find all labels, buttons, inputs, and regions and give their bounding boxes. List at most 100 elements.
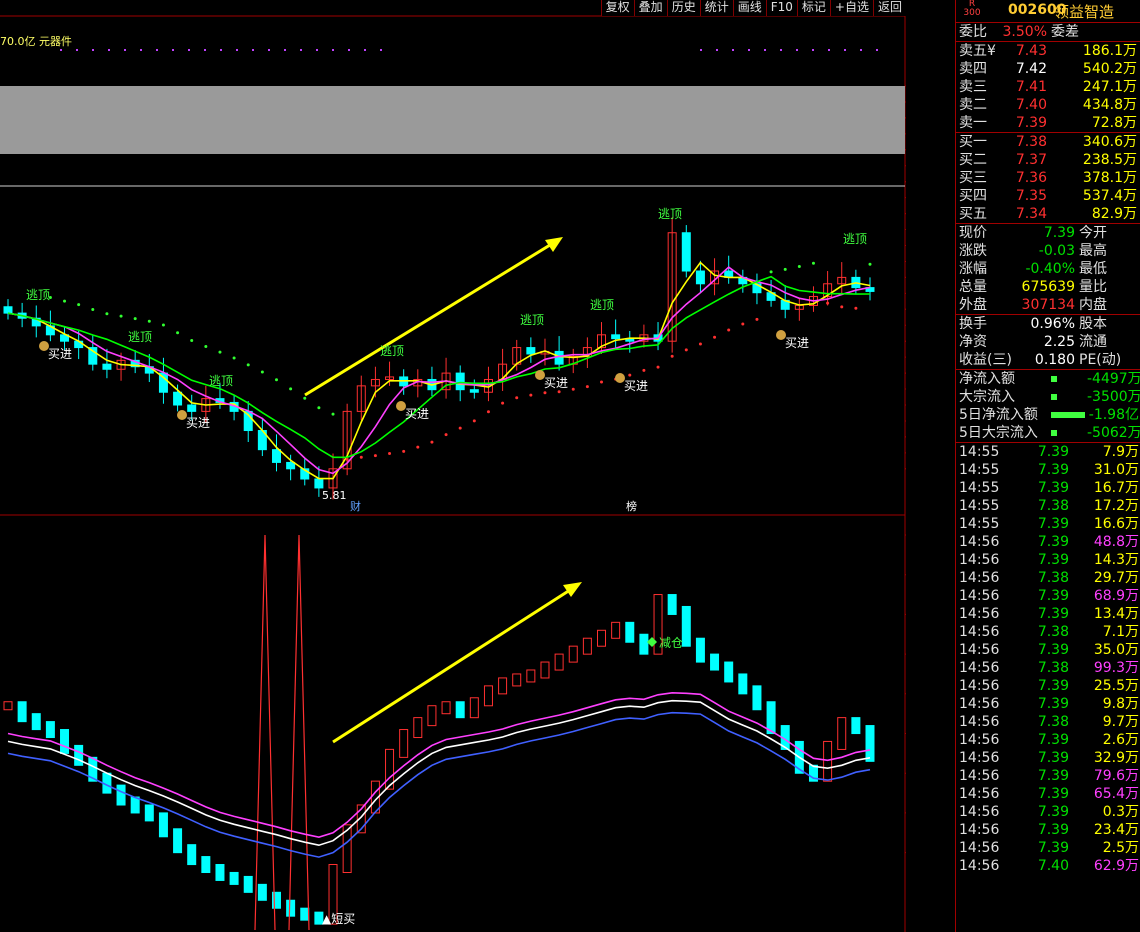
order-price: 7.35 [1015, 188, 1047, 204]
trend-dot [713, 335, 717, 339]
trend-dot [91, 307, 95, 311]
flow-value: -4497万 [1087, 371, 1140, 387]
toolbar-button-2[interactable]: 历史 [666, 0, 700, 16]
tick-price: 7.39 [1037, 606, 1069, 622]
toolbar-button-0[interactable]: 复权 [600, 0, 634, 16]
escape-top-label: 逃顶 [209, 374, 233, 388]
sub-bar [116, 784, 126, 806]
sub-white-line [7, 699, 871, 847]
top-marker [716, 49, 718, 51]
sell-orders: 卖五¥ 7.43 186.1万 卖四 7.42 540.2万 卖三 7.41 247.1万 卖二 7… [956, 42, 1140, 133]
buy-in-label: 买进 [186, 416, 210, 430]
sub-bar [639, 633, 649, 655]
toolbar-button-5[interactable]: F10 [765, 0, 797, 16]
chart-area[interactable]: 9.008.758.508.258.007.757.507.257.006.75… [0, 0, 906, 932]
kline-chart[interactable]: 9.008.758.508.258.007.757.507.257.006.75… [0, 0, 906, 932]
tick-volume: 79.6万 [1093, 768, 1139, 784]
stat-value: 0.180 [1034, 352, 1075, 368]
sub-bar [257, 883, 267, 901]
sub-bar [60, 729, 70, 754]
sub-bar [243, 875, 253, 893]
quote-value: 675639 [1021, 279, 1075, 295]
sub-trend-arrow [332, 588, 571, 744]
sub-bar [427, 705, 437, 727]
tick-row: 14:56 7.39 2.5万 [956, 839, 1140, 857]
toolbar-button-8[interactable]: 返回 [872, 0, 906, 16]
sub-spike [288, 534, 310, 931]
trend-dot [190, 338, 194, 342]
tick-price: 7.39 [1037, 444, 1069, 460]
tick-volume: 32.9万 [1093, 750, 1139, 766]
order-volume: 186.1万 [1082, 43, 1137, 59]
sub-trend-arrow-head [563, 582, 582, 597]
tick-time: 14:56 [959, 822, 1000, 838]
candle-body [469, 389, 479, 393]
trend-dot [458, 426, 462, 430]
tick-row: 14:56 7.38 99.3万 [956, 659, 1140, 677]
candle-body [314, 478, 324, 489]
tick-price: 7.39 [1037, 786, 1069, 802]
sub-bar [724, 661, 734, 683]
flow-bar-fill [1051, 394, 1057, 400]
tick-volume: 9.7万 [1102, 714, 1139, 730]
tick-volume: 7.1万 [1102, 624, 1139, 640]
tick-price: 7.40 [1037, 858, 1069, 874]
escape-top-label: 逃顶 [590, 298, 614, 312]
top-marker [876, 49, 878, 51]
trend-dot [133, 317, 137, 321]
toolbar-button-4[interactable]: 画线 [732, 0, 766, 16]
tick-row: 14:56 7.39 13.4万 [956, 605, 1140, 623]
sub-bar [3, 701, 13, 711]
tick-time: 14:56 [959, 786, 1000, 802]
tick-time: 14:56 [959, 714, 1000, 730]
flow-label: 5日大宗流入 [959, 425, 1038, 441]
toolbar-button-6[interactable]: 标记 [796, 0, 830, 16]
top-marker [60, 49, 62, 51]
tick-list[interactable]: 14:55 7.39 7.9万 14:55 7.39 31.0万 14:55 7.39 16.7… [956, 443, 1140, 875]
toolbar-button-3[interactable]: 统计 [699, 0, 733, 16]
tick-row: 14:55 7.38 17.2万 [956, 497, 1140, 515]
trend-dot [63, 299, 67, 303]
trend-dot [77, 303, 81, 307]
buy-order-row: 买二 7.37 238.5万 [956, 151, 1140, 169]
list-marker: 榜 [626, 499, 637, 513]
quote-label-2: 最低 [1079, 261, 1107, 277]
toolbar-button-7[interactable]: +自选 [829, 0, 873, 16]
trend-arrow-head [545, 237, 563, 252]
top-marker [316, 49, 318, 51]
quote-label-2: 内盘 [1079, 297, 1107, 313]
sub-bar [837, 717, 847, 750]
flow-bar [1051, 424, 1087, 442]
trend-dot [670, 354, 674, 358]
sub-bar [158, 812, 168, 838]
order-price: 7.39 [1015, 115, 1047, 131]
stock-title: R 300 002600 领益智造 [956, 0, 1140, 23]
tick-volume: 48.8万 [1093, 534, 1139, 550]
buy-in-label: 买进 [48, 347, 72, 361]
buy-in-label: 买进 [544, 376, 568, 390]
sub-bar [752, 685, 762, 711]
trend-dot [289, 387, 293, 391]
buy-order-row: 买一 7.38 340.6万 [956, 133, 1140, 151]
trend-dot [274, 378, 278, 382]
sub-magenta-line [7, 691, 871, 839]
trend-dot [529, 393, 533, 397]
flow-row: 净流入额 -4497万 [956, 370, 1140, 388]
order-label: 买一 [959, 134, 987, 150]
order-price: 7.43 [1015, 43, 1047, 59]
toolbar-button-1[interactable]: 叠加 [633, 0, 667, 16]
tick-time: 14:56 [959, 732, 1000, 748]
quote-summary: 现价 7.39 今开 涨跌 -0.03 最高 涨幅 -0.40% 最低 总量 675639 量比 外盘 3… [956, 224, 1140, 315]
finance-marker: 财 [350, 499, 361, 513]
top-marker [380, 49, 382, 51]
candle-body [271, 449, 281, 463]
trend-dot [317, 406, 321, 410]
quote-label-2: 最高 [1079, 243, 1107, 259]
sub-bar [597, 629, 607, 647]
tick-volume: 7.9万 [1102, 444, 1139, 460]
tick-volume: 68.9万 [1093, 588, 1139, 604]
top-marker [300, 49, 302, 51]
low-price-label: 5.81 [322, 489, 347, 502]
order-volume: 540.2万 [1082, 61, 1137, 77]
escape-top-label: 逃顶 [26, 288, 50, 302]
